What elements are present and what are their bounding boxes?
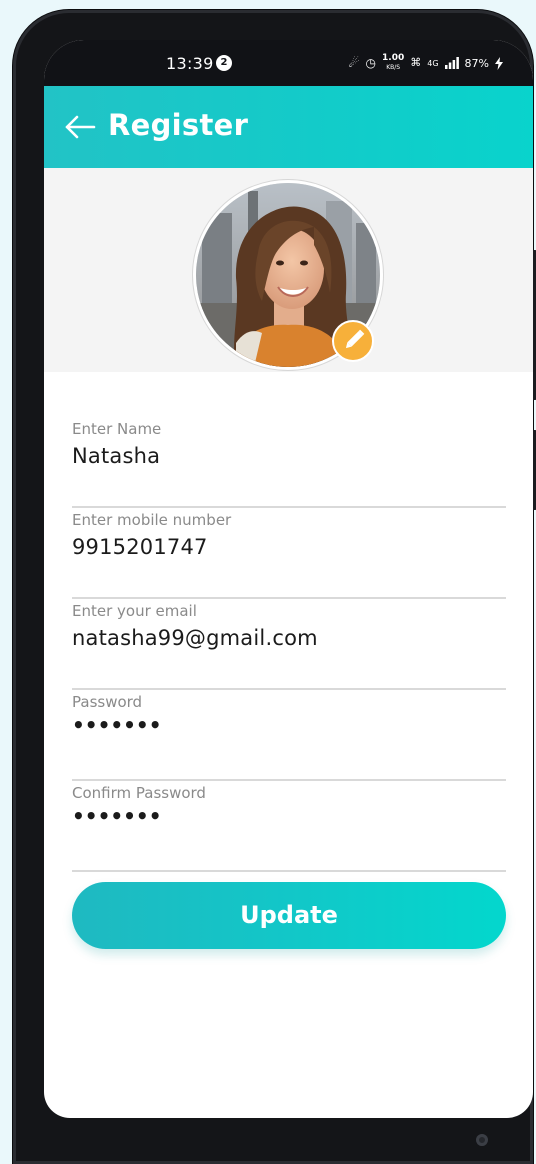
screen: 13:39 2 ☄ ◷ 1.00 KB/S ⌘ 4G 87% Register … — [44, 40, 533, 1118]
mobile-field[interactable]: Enter mobile number 9915201747 — [72, 511, 506, 599]
email-input[interactable]: natasha99@gmail.com — [72, 626, 318, 650]
network-type: 4G — [427, 58, 439, 68]
battery-percent: 87% — [464, 56, 489, 70]
name-input[interactable]: Natasha — [72, 444, 160, 468]
network-speed: 1.00 KB/S — [382, 53, 405, 72]
phone-frame: 13:39 2 ☄ ◷ 1.00 KB/S ⌘ 4G 87% Register … — [13, 10, 536, 1164]
name-label: Enter Name — [72, 420, 162, 438]
email-label: Enter your email — [72, 602, 197, 620]
status-bar: 13:39 2 ☄ ◷ 1.00 KB/S ⌘ 4G 87% — [44, 40, 533, 86]
confirm-password-input[interactable]: ••••••• — [72, 804, 161, 828]
alarm-clock-icon: ◷ — [365, 56, 377, 70]
sensor-dot — [476, 1134, 488, 1146]
alarm-bell-icon: ☄ — [348, 56, 360, 70]
update-button[interactable]: Update — [72, 882, 506, 949]
vibrate-icon: ⌘ — [410, 56, 422, 69]
charging-icon — [495, 56, 503, 70]
confirm-password-field[interactable]: Confirm Password ••••••• — [72, 784, 506, 872]
password-field[interactable]: Password ••••••• — [72, 693, 506, 781]
mobile-label: Enter mobile number — [72, 511, 232, 529]
password-label: Password — [72, 693, 143, 711]
name-field[interactable]: Enter Name Natasha — [72, 420, 506, 508]
avatar-section — [44, 168, 533, 372]
edit-avatar-button[interactable] — [332, 320, 374, 362]
app-bar: Register — [44, 86, 533, 168]
page-title: Register — [108, 108, 249, 142]
confirm-password-label: Confirm Password — [72, 784, 206, 802]
status-time: 13:39 — [166, 54, 214, 73]
password-input[interactable]: ••••••• — [72, 713, 161, 737]
mobile-input[interactable]: 9915201747 — [72, 535, 208, 559]
status-icons: ☄ ◷ 1.00 KB/S ⌘ 4G 87% — [349, 54, 503, 72]
pencil-icon — [345, 329, 365, 349]
email-field[interactable]: Enter your email natasha99@gmail.com — [72, 602, 506, 690]
notification-badge: 2 — [216, 55, 232, 71]
signal-icon — [444, 57, 459, 69]
arrow-left-icon[interactable] — [64, 114, 96, 140]
